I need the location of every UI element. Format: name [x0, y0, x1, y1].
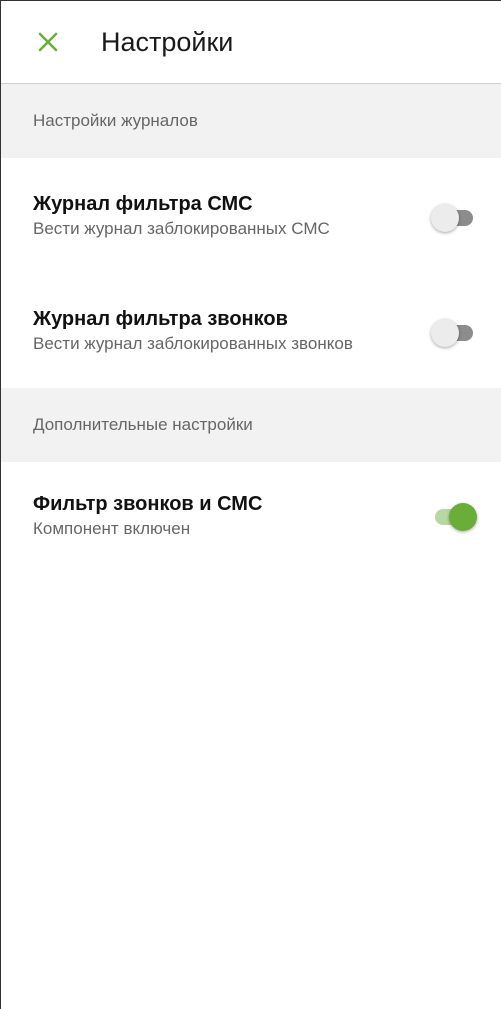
calls-sms-filter-toggle[interactable] — [431, 501, 477, 531]
setting-text: Журнал фильтра СМС Вести журнал заблокир… — [33, 193, 415, 240]
setting-title: Фильтр звонков и СМС — [33, 492, 263, 515]
section-header-logs: Настройки журналов — [1, 84, 501, 158]
settings-screen: Настройки Настройки журналов Журнал филь… — [0, 0, 501, 1009]
setting-title: Журнал фильтра СМС — [33, 193, 253, 216]
sms-log-setting[interactable]: Журнал фильтра СМС Вести журнал заблокир… — [1, 158, 501, 275]
sms-log-toggle[interactable] — [431, 202, 477, 232]
setting-subtitle: Вести журнал заблокированных СМС — [33, 219, 330, 239]
toggle-thumb — [431, 318, 459, 347]
calls-log-toggle[interactable] — [431, 317, 477, 347]
app-bar: Настройки — [1, 1, 501, 84]
close-icon — [38, 32, 58, 52]
setting-subtitle: Компонент включен — [33, 518, 191, 538]
calls-log-setting[interactable]: Журнал фильтра звонков Вести журнал забл… — [1, 275, 501, 388]
setting-title: Журнал фильтра звонков — [33, 308, 288, 331]
calls-sms-filter-setting[interactable]: Фильтр звонков и СМС Компонент включен — [1, 462, 501, 570]
setting-text: Журнал фильтра звонков Вести журнал забл… — [33, 308, 415, 355]
setting-subtitle: Вести журнал заблокированных звонков — [33, 334, 353, 354]
setting-text: Фильтр звонков и СМС Компонент включен — [33, 493, 415, 540]
page-title: Настройки — [101, 26, 234, 57]
close-button[interactable] — [27, 21, 69, 63]
toggle-thumb — [449, 503, 477, 531]
section-header-additional: Дополнительные настройки — [1, 388, 501, 462]
toggle-thumb — [431, 203, 459, 232]
